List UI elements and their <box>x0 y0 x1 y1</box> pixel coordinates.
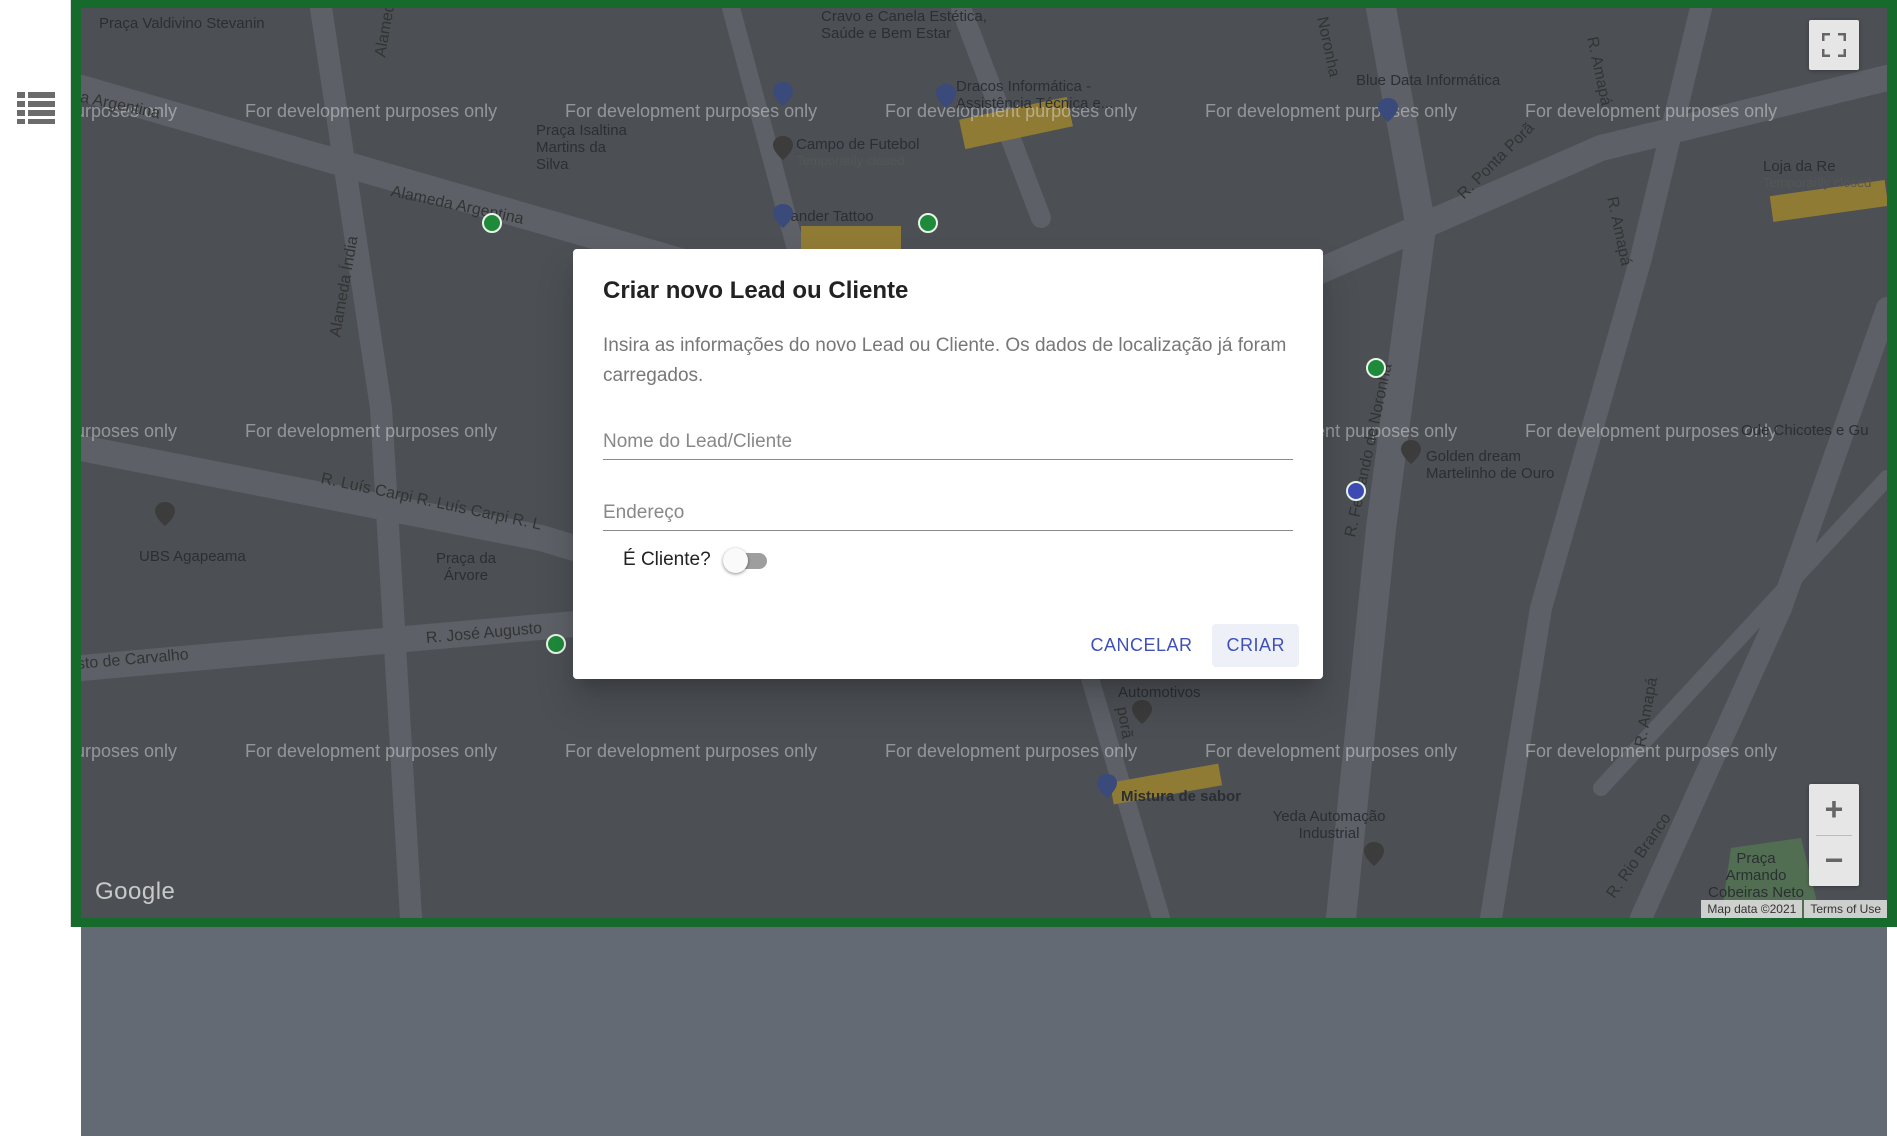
poi-pin-icon <box>1401 440 1421 464</box>
create-lead-dialog: Criar novo Lead ou Cliente Insira as inf… <box>573 249 1323 679</box>
is-client-row: É Cliente? <box>623 547 1293 573</box>
poi-pin-icon <box>773 82 793 106</box>
address-input[interactable] <box>603 502 1293 524</box>
dialog-description: Insira as informações do novo Lead ou Cl… <box>603 335 1287 386</box>
map-label: Campo de Futebol <box>796 136 920 153</box>
poi-pin-icon <box>1378 98 1398 122</box>
google-logo: Google <box>95 878 176 905</box>
create-button[interactable]: CRIAR <box>1212 624 1299 667</box>
lead-name-field <box>603 419 1293 460</box>
poi-pin-icon <box>1097 774 1117 798</box>
list-icon <box>16 92 55 124</box>
toggle-thumb <box>722 548 748 573</box>
fullscreen-icon <box>1822 33 1846 57</box>
poi-pin-icon <box>155 502 175 526</box>
poi-pin-icon <box>773 204 793 228</box>
sidebar <box>0 0 1887 1136</box>
lead-marker[interactable] <box>546 634 566 654</box>
map-label: Loja da Re <box>1763 158 1836 175</box>
cancel-button[interactable]: CANCELAR <box>1076 624 1206 667</box>
map-label: Golden dream Martelinho de Ouro <box>1426 448 1555 482</box>
map-label: Mistura de sabor <box>1121 788 1242 805</box>
map-label: Praça Armando Cobeiras Neto <box>1708 850 1804 901</box>
address-field <box>603 490 1293 531</box>
map-label: Dracos Informática - Assistência Técnica… <box>956 78 1114 112</box>
is-client-label: É Cliente? <box>623 549 711 570</box>
map-label: Yeda Automação Industrial <box>1272 808 1386 842</box>
map-label: Praça Isaltina Martins da Silva <box>536 122 627 173</box>
sidebar-item-list[interactable] <box>0 92 71 124</box>
lead-marker[interactable] <box>1366 358 1386 378</box>
lead-marker[interactable] <box>918 213 938 233</box>
poi-pin-icon <box>1364 842 1384 866</box>
map-label: Automotivos <box>1118 684 1201 701</box>
map-label: UBS Agapeama <box>139 548 246 565</box>
dialog-title: Criar novo Lead ou Cliente <box>603 277 909 304</box>
lead-marker[interactable] <box>482 213 502 233</box>
terms-link[interactable]: Terms of Use <box>1804 900 1887 918</box>
map-label: Temporarily closed <box>1763 175 1872 190</box>
dialog-actions: CANCELAR CRIAR <box>1076 624 1299 667</box>
zoom-in-button[interactable]: + <box>1809 785 1859 835</box>
map-label: Ode Chicotes e Gu <box>1741 422 1869 439</box>
zoom-control: + − <box>1809 784 1859 886</box>
poi-pin-icon <box>936 84 956 108</box>
fullscreen-button[interactable] <box>1809 20 1859 70</box>
map-attribution: Map data ©2021 Terms of Use <box>1699 900 1887 918</box>
lead-name-input[interactable] <box>603 431 1293 453</box>
poi-pin-icon <box>1132 700 1152 724</box>
map-label: Temporarily closed <box>796 153 905 168</box>
map-data-text: Map data ©2021 <box>1701 900 1803 918</box>
map-label: Praça Valdivino Stevanin <box>99 15 265 32</box>
map-label: Praça da Árvore <box>435 550 497 584</box>
zoom-out-button[interactable]: − <box>1809 836 1859 886</box>
poi-pin-icon <box>773 136 793 160</box>
map-label: Cravo e Canela Estética, Saúde e Bem Est… <box>821 8 987 42</box>
is-client-toggle[interactable] <box>722 547 769 573</box>
map-label: Blue Data Informática <box>1356 72 1501 89</box>
client-marker[interactable] <box>1346 481 1366 501</box>
